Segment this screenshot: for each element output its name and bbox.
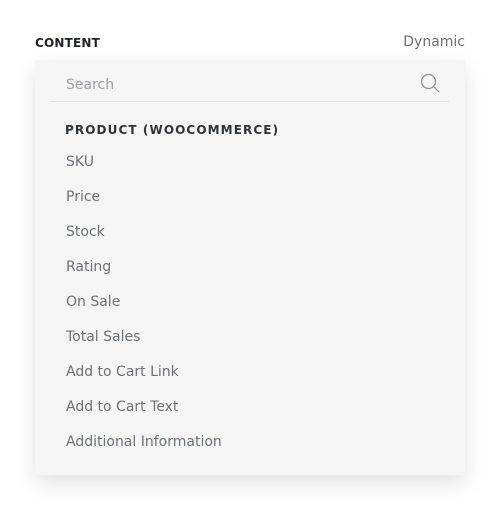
tag-item-price[interactable]: Price: [66, 185, 222, 220]
content-label: CONTENT: [35, 36, 101, 50]
tag-item-sku[interactable]: SKU: [66, 150, 222, 185]
tag-item-add-to-cart-link[interactable]: Add to Cart Link: [66, 360, 222, 395]
tag-item-rating[interactable]: Rating: [66, 255, 222, 290]
section-title-product-woocommerce: PRODUCT (WOOCOMMERCE): [65, 123, 280, 137]
tag-item-add-to-cart-text[interactable]: Add to Cart Text: [66, 395, 222, 430]
tag-list: SKU Price Stock Rating On Sale Total Sal…: [66, 150, 222, 465]
tag-item-stock[interactable]: Stock: [66, 220, 222, 255]
search-bar: [51, 70, 449, 102]
tag-item-additional-information[interactable]: Additional Information: [66, 430, 222, 465]
search-icon[interactable]: [419, 72, 441, 94]
content-control: CONTENT Dynamic PRODUCT (WOOCOMMERCE) SK…: [0, 0, 500, 510]
dynamic-toggle[interactable]: Dynamic: [403, 34, 465, 50]
search-input[interactable]: [64, 76, 398, 94]
tag-item-on-sale[interactable]: On Sale: [66, 290, 222, 325]
dynamic-tags-dropdown: PRODUCT (WOOCOMMERCE) SKU Price Stock Ra…: [35, 60, 465, 475]
tag-item-total-sales[interactable]: Total Sales: [66, 325, 222, 360]
